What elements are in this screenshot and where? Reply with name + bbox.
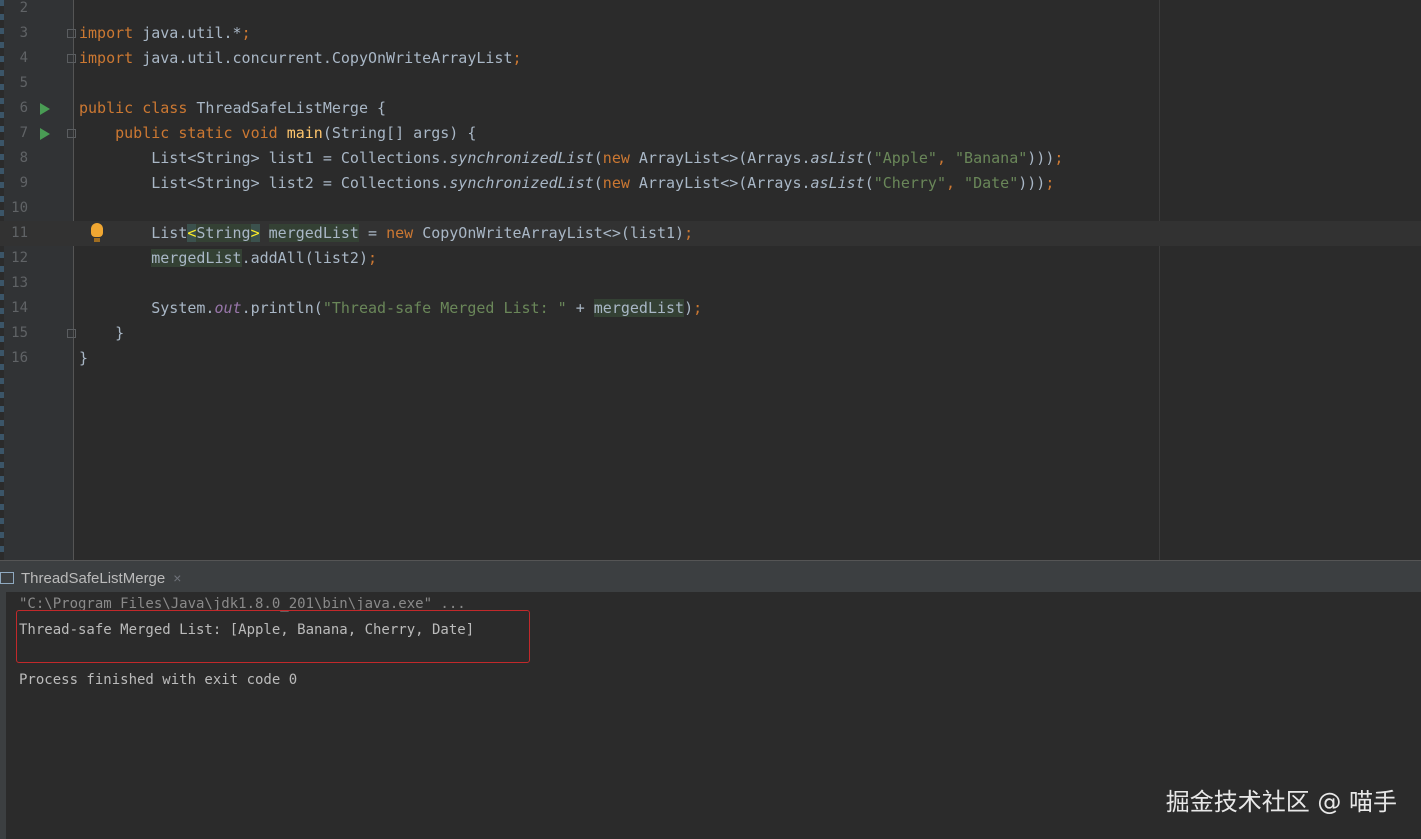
code-line-2[interactable]: 2	[0, 0, 1421, 21]
code-editor[interactable]: 2 3 import java.util.*; 4 import java.util.c…	[0, 0, 1421, 560]
fold-icon[interactable]	[67, 329, 76, 338]
code-line-5[interactable]: 5	[0, 71, 1421, 96]
line-number[interactable]: 15	[4, 321, 28, 346]
watermark: 掘金技术社区 @ 喵手	[1165, 788, 1397, 816]
line-number[interactable]: 4	[4, 46, 28, 71]
line-number[interactable]: 10	[4, 196, 28, 221]
line-number[interactable]: 13	[4, 271, 28, 296]
highlight-box	[16, 610, 530, 663]
code-text: System.out.println("Thread-safe Merged L…	[79, 299, 703, 317]
console-tab[interactable]: ThreadSafeListMerge ×	[0, 564, 181, 592]
fold-icon[interactable]	[67, 29, 76, 38]
code-line-15[interactable]: 15 }	[0, 321, 1421, 346]
console-tab-icon	[0, 572, 14, 584]
line-number[interactable]: 8	[4, 146, 28, 171]
code-text: mergedList.addAll(list2);	[151, 249, 378, 267]
console-toolbar	[0, 592, 6, 839]
fold-icon[interactable]	[67, 54, 76, 63]
line-number[interactable]: 12	[4, 246, 28, 271]
code-line-14[interactable]: 14 System.out.println("Thread-safe Merge…	[0, 296, 1421, 321]
code-line-12[interactable]: 12 mergedList.addAll(list2);	[0, 246, 1421, 271]
line-number[interactable]: 5	[4, 71, 28, 96]
line-number[interactable]: 14	[4, 296, 28, 321]
code-line-13[interactable]: 13	[0, 271, 1421, 296]
line-number[interactable]: 7	[4, 121, 28, 146]
line-number[interactable]: 16	[4, 346, 28, 371]
code-line-9[interactable]: 9 List<String> list2 = Collections.synch…	[0, 171, 1421, 196]
code-text: }	[79, 349, 89, 367]
code-line-10[interactable]: 10	[0, 196, 1421, 221]
code-line-4[interactable]: 4 import java.util.concurrent.CopyOnWrite…	[0, 46, 1421, 71]
code-text: }	[79, 324, 125, 342]
line-number[interactable]: 9	[4, 171, 28, 196]
console-exit-line: Process finished with exit code 0	[19, 672, 298, 688]
line-number[interactable]: 2	[4, 0, 28, 21]
code-line-3[interactable]: 3 import java.util.*;	[0, 21, 1421, 46]
line-number[interactable]: 11	[4, 221, 28, 246]
code-line-16[interactable]: 16}	[0, 346, 1421, 371]
code-text: public class ThreadSafeListMerge {	[79, 99, 387, 117]
run-icon[interactable]	[40, 128, 50, 140]
code-text: List<String> list1 = Collections.synchro…	[79, 149, 1064, 167]
code-line-6[interactable]: 6 public class ThreadSafeListMerge {	[0, 96, 1421, 121]
code-line-7[interactable]: 7 public static void main(String[] args)…	[0, 121, 1421, 146]
code-text: List<String> mergedList = new CopyOnWrit…	[79, 224, 694, 242]
code-text: List<String> list2 = Collections.synchro…	[79, 174, 1055, 192]
run-icon[interactable]	[40, 103, 50, 115]
line-number[interactable]: 6	[4, 96, 28, 121]
fold-icon[interactable]	[67, 129, 76, 138]
code-text: import java.util.*;	[79, 24, 251, 42]
line-number[interactable]: 3	[4, 21, 28, 46]
code-line-11[interactable]: 11 List<String> mergedList = new CopyOnW…	[0, 221, 1421, 246]
console-tab-label: ThreadSafeListMerge	[21, 569, 166, 587]
close-icon[interactable]: ×	[173, 570, 181, 586]
code-line-8[interactable]: 8 List<String> list1 = Collections.synch…	[0, 146, 1421, 171]
code-text: import java.util.concurrent.CopyOnWriteA…	[79, 49, 522, 67]
run-tool-window-header: ThreadSafeListMerge ×	[0, 560, 1421, 592]
code-text: public static void main(String[] args) {	[79, 124, 477, 142]
